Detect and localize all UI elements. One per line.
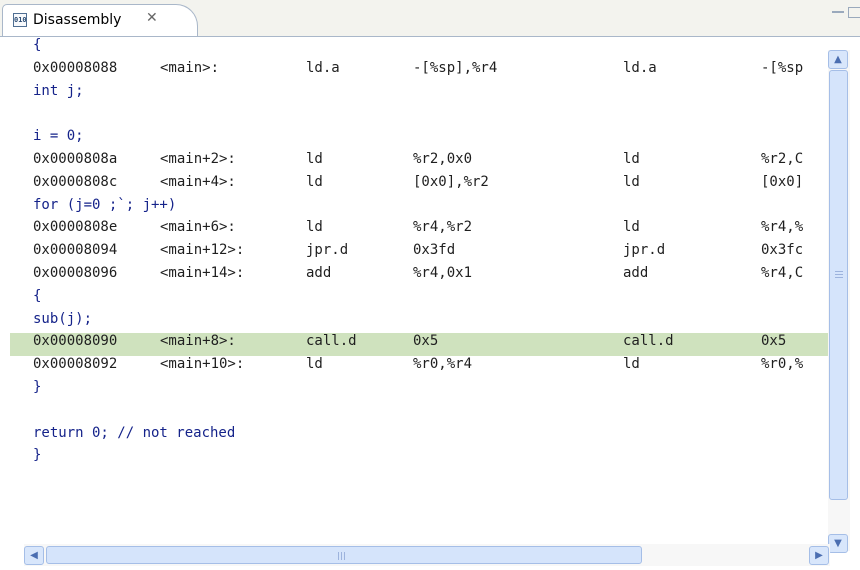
scroll-up-icon[interactable]: ▲ — [828, 50, 848, 69]
view-toolbar: 010 Disassembly ✕ — [0, 0, 860, 37]
opcode-secondary: jpr.d — [623, 242, 666, 259]
opcode: ld — [306, 356, 323, 373]
scroll-down-icon[interactable]: ▼ — [828, 534, 848, 553]
source-line[interactable]: i = 0; — [10, 128, 828, 151]
address: 0x00008096 — [33, 264, 118, 281]
tab-label: Disassembly — [33, 12, 122, 28]
vertical-scroll-thumb[interactable] — [829, 70, 848, 500]
address: 0x00008090 — [33, 333, 118, 350]
disassembly-view[interactable]: {0x00008088 <main>: ld.a -[%sp],%r4 ld.a -[%s… — [10, 37, 828, 542]
opcode: ld.a — [306, 59, 340, 76]
tab-disassembly[interactable]: 010 Disassembly ✕ — [2, 4, 198, 36]
source-line[interactable]: } — [10, 447, 828, 470]
opcode: jpr.d — [306, 242, 349, 259]
opcode-secondary: ld — [623, 356, 640, 373]
source-text: { — [33, 287, 42, 304]
source-line[interactable]: { — [10, 37, 828, 60]
source-text: i = 0; — [33, 128, 84, 145]
disassembly-icon: 010 — [13, 13, 27, 27]
source-text: } — [33, 447, 42, 464]
source-line[interactable]: int j; — [10, 83, 828, 106]
function-offset: <main+14>: — [160, 264, 245, 281]
close-icon[interactable]: ✕ — [146, 10, 158, 26]
grip-icon — [338, 552, 339, 560]
function-offset: <main+12>: — [160, 242, 245, 259]
source-text: int j; — [33, 82, 84, 99]
opcode: add — [306, 264, 332, 281]
address: 0x0000808c — [33, 173, 118, 190]
operands: 0x5 — [413, 333, 439, 350]
operands: %r4,0x1 — [413, 264, 473, 281]
asm-line[interactable]: 0x0000808e <main+6>: ld %r4,%r2 ld %r4,% — [10, 219, 828, 242]
address: 0x00008094 — [33, 242, 118, 259]
source-text: { — [33, 37, 42, 53]
source-line[interactable]: } — [10, 379, 828, 402]
source-text: return 0; // not reached — [33, 424, 236, 441]
operands: %r0,%r4 — [413, 356, 473, 373]
source-line[interactable] — [10, 105, 828, 128]
asm-line[interactable]: ➜0x00008090<main+8>:call.d0x5call.d0x5 — [10, 333, 828, 357]
address: 0x0000808e — [33, 219, 118, 236]
operands-secondary: 0x5 — [761, 333, 787, 350]
opcode: call.d — [306, 333, 357, 350]
opcode-secondary: ld — [623, 150, 640, 167]
function-offset: <main+10>: — [160, 356, 245, 373]
operands-secondary: %r2,C — [761, 150, 804, 167]
operands-secondary: %r0,% — [761, 356, 804, 373]
opcode: ld — [306, 219, 323, 236]
operands: %r4,%r2 — [413, 219, 473, 236]
asm-line[interactable]: 0x00008096 <main+14>: add %r4,0x1 add %r4,C — [10, 265, 828, 288]
opcode-secondary: ld — [623, 173, 640, 190]
opcode-secondary: ld — [623, 219, 640, 236]
operands: 0x3fd — [413, 242, 456, 259]
function-offset: <main+6>: — [160, 219, 236, 236]
scroll-left-icon[interactable]: ◀ — [24, 546, 44, 565]
maximize-icon[interactable] — [848, 7, 860, 18]
source-text: } — [33, 378, 42, 395]
operands-secondary: %r4,% — [761, 219, 804, 236]
opcode-secondary: call.d — [623, 333, 674, 350]
source-line[interactable]: sub(j); — [10, 311, 828, 334]
horizontal-scrollbar[interactable]: ◀ ▶ — [24, 544, 830, 566]
operands-secondary: -[%sp — [761, 59, 804, 76]
source-line[interactable] — [10, 402, 828, 425]
function-offset: <main+8>: — [160, 333, 236, 350]
source-text: for (j=0 ;`; j++) — [33, 196, 177, 213]
opcode: ld — [306, 173, 323, 190]
source-line[interactable]: return 0; // not reached — [10, 425, 828, 448]
source-line[interactable]: { — [10, 288, 828, 311]
source-line[interactable]: for (j=0 ;`; j++) — [10, 197, 828, 220]
asm-line[interactable]: 0x00008094 <main+12>: jpr.d 0x3fd jpr.d 0x3fc — [10, 242, 828, 265]
address: 0x0000808a — [33, 150, 118, 167]
function-offset: <main+4>: — [160, 173, 236, 190]
address: 0x00008092 — [33, 356, 118, 373]
operands-secondary: 0x3fc — [761, 242, 804, 259]
function-offset: <main>: — [160, 59, 220, 76]
horizontal-scroll-thumb[interactable] — [46, 546, 642, 564]
asm-line[interactable]: 0x0000808c <main+4>: ld [0x0],%r2 ld [0x0] — [10, 174, 828, 197]
vertical-scrollbar[interactable]: ▲ ▼ — [828, 50, 850, 553]
function-offset: <main+2>: — [160, 150, 236, 167]
operands: [0x0],%r2 — [413, 173, 489, 190]
operands: %r2,0x0 — [413, 150, 473, 167]
asm-line[interactable]: 0x00008092 <main+10>: ld %r0,%r4 ld %r0,% — [10, 356, 828, 379]
asm-line[interactable]: 0x0000808a <main+2>: ld %r2,0x0 ld %r2,C — [10, 151, 828, 174]
minimize-icon[interactable] — [832, 7, 844, 13]
source-text: sub(j); — [33, 310, 93, 327]
opcode: ld — [306, 150, 323, 167]
asm-line[interactable]: 0x00008088 <main>: ld.a -[%sp],%r4 ld.a -[%sp — [10, 60, 828, 83]
opcode-secondary: ld.a — [623, 59, 657, 76]
address: 0x00008088 — [33, 59, 118, 76]
operands-secondary: %r4,C — [761, 264, 804, 281]
operands-secondary: [0x0] — [761, 173, 804, 190]
opcode-secondary: add — [623, 264, 649, 281]
operands: -[%sp],%r4 — [413, 59, 498, 76]
scroll-right-icon[interactable]: ▶ — [809, 546, 829, 565]
grip-icon — [835, 271, 843, 272]
